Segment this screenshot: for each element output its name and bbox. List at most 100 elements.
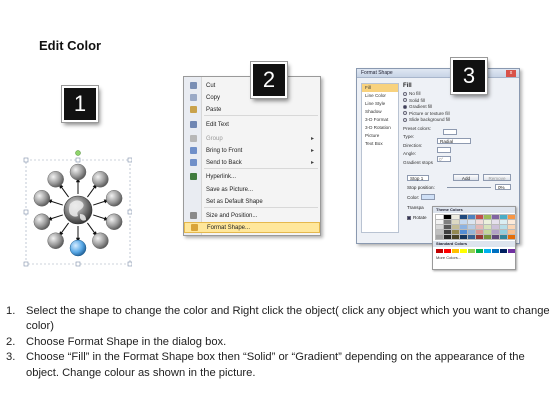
theme-color-swatch[interactable] [467, 219, 476, 225]
menu-item-edit-text[interactable]: Edit Text [184, 119, 320, 130]
theme-color-swatch[interactable] [435, 214, 444, 220]
menu-item-format-shape[interactable]: Format Shape... [184, 222, 320, 233]
theme-color-swatch[interactable] [491, 214, 500, 220]
theme-color-swatch[interactable] [475, 234, 484, 240]
menu-item-paste[interactable]: Paste [184, 104, 320, 115]
theme-color-swatch[interactable] [499, 234, 508, 240]
standard-color-swatch[interactable] [484, 249, 491, 253]
stop-position-input[interactable]: 0% [495, 184, 511, 190]
radio-selected-icon[interactable] [403, 104, 407, 109]
radio-icon[interactable] [403, 98, 407, 103]
theme-color-swatch[interactable] [499, 214, 508, 220]
category-fill[interactable]: Fill [362, 84, 398, 92]
category-line-style[interactable]: Line Style [362, 100, 398, 108]
category-3d-format[interactable]: 3-D Format [362, 116, 398, 124]
radio-icon[interactable] [403, 91, 407, 96]
standard-color-swatch[interactable] [452, 249, 459, 253]
standard-color-swatch[interactable] [460, 249, 467, 253]
standard-color-swatch[interactable] [444, 249, 451, 253]
menu-item-hyperlink[interactable]: Hyperlink... [184, 171, 320, 182]
standard-color-swatch[interactable] [468, 249, 475, 253]
category-picture[interactable]: Picture [362, 132, 398, 140]
more-colors-link[interactable]: More Colors... [433, 255, 515, 260]
theme-color-swatch[interactable] [467, 234, 476, 240]
standard-color-swatch[interactable] [492, 249, 499, 253]
standard-color-swatch[interactable] [436, 249, 443, 253]
theme-color-swatch[interactable] [507, 229, 516, 235]
theme-color-swatch[interactable] [507, 214, 516, 220]
theme-color-swatch[interactable] [451, 229, 460, 235]
menu-item-send-to-back[interactable]: Send to Back ▸ [184, 157, 320, 168]
stop-position-slider[interactable] [447, 187, 491, 188]
theme-color-swatch[interactable] [459, 224, 468, 230]
menu-item-size-and-position[interactable]: Size and Position... [184, 210, 320, 221]
add-button[interactable]: Add [453, 174, 479, 181]
theme-color-swatch[interactable] [443, 234, 452, 240]
sphere [69, 163, 87, 181]
theme-color-swatch[interactable] [475, 224, 484, 230]
theme-color-swatch[interactable] [459, 219, 468, 225]
theme-color-swatch[interactable] [459, 234, 468, 240]
category-line-color[interactable]: Line Color [362, 92, 398, 100]
color-picker-button[interactable] [421, 194, 435, 200]
standard-color-swatch[interactable] [508, 249, 515, 253]
theme-color-swatch[interactable] [499, 229, 508, 235]
menu-item-group[interactable]: Group ▸ [184, 133, 320, 144]
theme-color-swatch[interactable] [475, 219, 484, 225]
radio-icon[interactable] [403, 111, 407, 116]
theme-color-swatch[interactable] [491, 224, 500, 230]
theme-color-swatch[interactable] [483, 224, 492, 230]
theme-color-swatch[interactable] [451, 224, 460, 230]
theme-color-swatch[interactable] [483, 214, 492, 220]
standard-color-swatch[interactable] [500, 249, 507, 253]
menu-item-save-as-picture[interactable]: Save as Picture... [184, 184, 320, 195]
option-slide-background-fill[interactable]: Slide background fill [403, 117, 515, 124]
preset-colors-dropdown[interactable] [443, 129, 457, 135]
theme-color-swatch[interactable] [435, 224, 444, 230]
theme-color-swatch[interactable] [435, 234, 444, 240]
close-button[interactable]: x [506, 70, 516, 77]
category-shadow[interactable]: Shadow [362, 108, 398, 116]
theme-color-swatch[interactable] [491, 229, 500, 235]
theme-color-swatch[interactable] [491, 234, 500, 240]
menu-item-set-as-default-shape[interactable]: Set as Default Shape [184, 196, 320, 207]
theme-color-swatch[interactable] [443, 214, 452, 220]
theme-color-swatch[interactable] [491, 219, 500, 225]
shape-diagram[interactable] [20, 150, 132, 268]
theme-color-swatch[interactable] [451, 219, 460, 225]
direction-dropdown[interactable] [437, 147, 451, 153]
theme-color-swatch[interactable] [483, 219, 492, 225]
theme-color-swatch[interactable] [451, 214, 460, 220]
standard-color-swatch[interactable] [476, 249, 483, 253]
theme-color-swatch[interactable] [499, 224, 508, 230]
theme-color-swatch[interactable] [483, 234, 492, 240]
theme-color-swatch[interactable] [467, 224, 476, 230]
theme-color-swatch[interactable] [475, 229, 484, 235]
theme-color-swatch[interactable] [483, 229, 492, 235]
type-dropdown[interactable]: Radial [437, 138, 471, 144]
theme-color-swatch[interactable] [507, 224, 516, 230]
theme-color-swatch[interactable] [459, 229, 468, 235]
theme-color-swatch[interactable] [451, 234, 460, 240]
category-3d-rotation[interactable]: 3-D Rotation [362, 124, 398, 132]
menu-item-bring-to-front[interactable]: Bring to Front ▸ [184, 145, 320, 156]
theme-color-swatch[interactable] [507, 234, 516, 240]
theme-color-swatch[interactable] [499, 219, 508, 225]
theme-color-swatch[interactable] [443, 229, 452, 235]
theme-color-swatch[interactable] [443, 224, 452, 230]
theme-color-swatch[interactable] [467, 229, 476, 235]
radio-icon[interactable] [403, 117, 407, 122]
theme-color-swatch[interactable] [467, 214, 476, 220]
theme-color-swatch[interactable] [507, 219, 516, 225]
stop-dropdown[interactable]: Stop 1 [407, 175, 429, 181]
theme-color-swatch[interactable] [435, 219, 444, 225]
menu-separator [204, 168, 318, 169]
theme-color-swatch[interactable] [475, 214, 484, 220]
remove-button[interactable]: Remove [483, 174, 511, 181]
rotate-checkbox[interactable] [407, 215, 411, 220]
theme-color-swatch[interactable] [435, 229, 444, 235]
category-text-box[interactable]: Text Box [362, 140, 398, 148]
angle-input[interactable]: 0° [437, 156, 451, 162]
theme-color-swatch[interactable] [443, 219, 452, 225]
theme-color-swatch[interactable] [459, 214, 468, 220]
